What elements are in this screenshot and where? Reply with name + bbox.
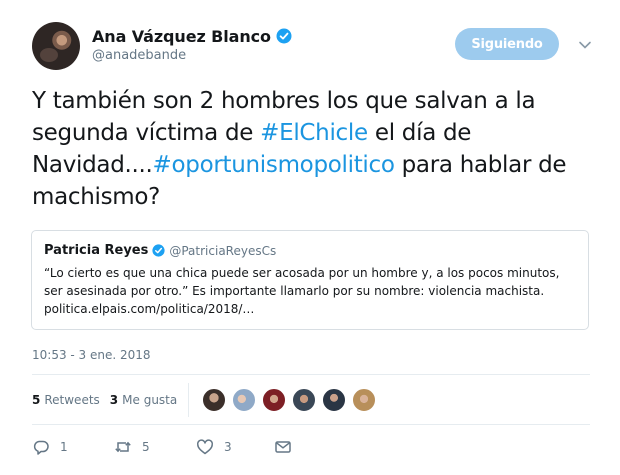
tweet-timestamp[interactable]: 10:53 - 3 ene. 2018 bbox=[32, 348, 151, 362]
envelope-icon bbox=[275, 441, 291, 453]
retweets-stat[interactable]: 5 Retweets bbox=[32, 393, 100, 407]
heart-icon bbox=[197, 439, 213, 455]
engagement-stats: 5 Retweets 3 Me gusta bbox=[32, 393, 187, 407]
verified-badge-icon bbox=[276, 28, 292, 44]
author-name-line[interactable]: Ana Vázquez Blanco bbox=[92, 25, 292, 47]
retweet-icon bbox=[115, 441, 131, 453]
quoted-text-line: “Lo cierto es que una chica puede ser ac… bbox=[44, 266, 560, 280]
reply-icon bbox=[33, 440, 49, 455]
retweet-count: 5 bbox=[142, 440, 150, 454]
quoted-tweet-text: “Lo cierto es que una chica puede ser ac… bbox=[44, 264, 579, 318]
reply-count: 1 bbox=[60, 440, 68, 454]
verified-badge-icon bbox=[152, 244, 165, 257]
liker-avatar[interactable] bbox=[202, 388, 226, 412]
author-display-name[interactable]: Ana Vázquez Blanco bbox=[92, 27, 271, 46]
divider bbox=[32, 374, 590, 375]
retweets-label: Retweets bbox=[44, 393, 100, 407]
like-action[interactable]: 3 bbox=[196, 438, 232, 456]
liker-avatar[interactable] bbox=[322, 388, 346, 412]
quoted-tweet[interactable]: Patricia Reyes @PatriciaReyesCs “Lo cier… bbox=[31, 230, 589, 330]
hashtag-link[interactable]: #oportunismopolitico bbox=[153, 152, 395, 178]
quoted-author-handle: @PatriciaReyesCs bbox=[169, 243, 277, 258]
liker-avatar[interactable] bbox=[262, 388, 286, 412]
tweet-actions: 1 5 3 bbox=[32, 438, 332, 458]
likes-label: Me gusta bbox=[122, 393, 178, 407]
quoted-text-line: ser asesinada por otro.” Es importante l… bbox=[44, 284, 545, 298]
quoted-tweet-header: Patricia Reyes @PatriciaReyesCs bbox=[44, 243, 276, 258]
author-handle[interactable]: @anadebande bbox=[92, 48, 186, 63]
stats-separator bbox=[188, 383, 189, 417]
liker-avatars bbox=[202, 388, 382, 412]
tweet-text: Y también son 2 hombres los que salvan a… bbox=[32, 85, 597, 213]
liker-avatar[interactable] bbox=[232, 388, 256, 412]
retweets-count: 5 bbox=[32, 393, 41, 407]
tweet-card: Ana Vázquez Blanco @anadebande Siguiendo… bbox=[0, 0, 620, 475]
quoted-author-name: Patricia Reyes bbox=[44, 243, 149, 258]
liker-avatar[interactable] bbox=[292, 388, 316, 412]
hashtag-link[interactable]: #ElChicle bbox=[260, 120, 368, 146]
like-count: 3 bbox=[224, 440, 232, 454]
chevron-down-icon[interactable] bbox=[578, 38, 592, 52]
likes-count: 3 bbox=[109, 393, 119, 407]
quoted-text-link: politica.elpais.com/politica/2018/… bbox=[44, 302, 255, 316]
author-avatar[interactable] bbox=[32, 22, 80, 70]
avatar-detail bbox=[40, 48, 58, 62]
following-button[interactable]: Siguiendo bbox=[455, 28, 559, 60]
likes-stat[interactable]: 3 Me gusta bbox=[110, 393, 177, 407]
retweet-action[interactable]: 5 bbox=[114, 438, 150, 456]
reply-action[interactable]: 1 bbox=[32, 438, 68, 456]
liker-avatar[interactable] bbox=[352, 388, 376, 412]
direct-message-action[interactable] bbox=[274, 438, 292, 456]
divider bbox=[32, 424, 590, 425]
